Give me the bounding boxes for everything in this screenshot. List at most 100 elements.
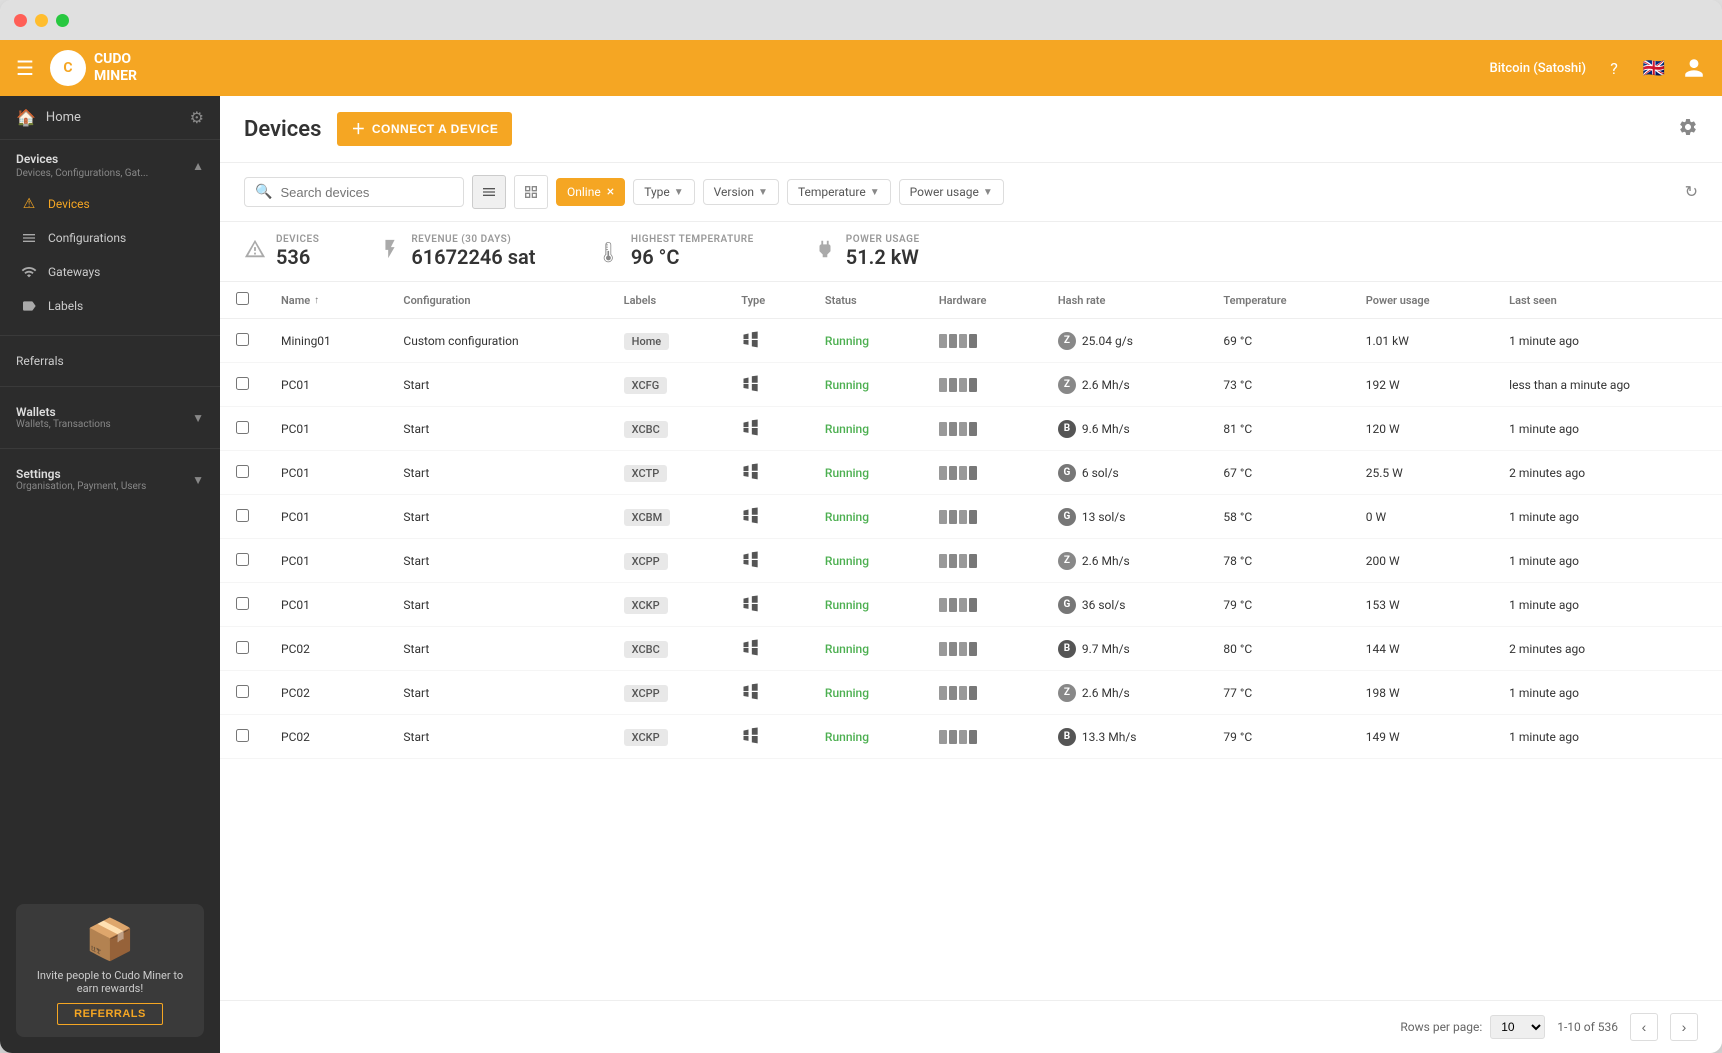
- filter-version-arrow: ▼: [758, 187, 768, 198]
- row-checkbox-0[interactable]: [236, 333, 249, 346]
- cell-config-4: Start: [387, 495, 607, 539]
- filter-online[interactable]: Online ×: [556, 178, 625, 206]
- windows-icon: [741, 637, 761, 657]
- cell-label-5: XCPP: [608, 539, 726, 583]
- sidebar-home[interactable]: 🏠 Home: [16, 108, 81, 127]
- app-window: ☰ C CUDOMINER Bitcoin (Satoshi) ? 🇬🇧: [0, 0, 1722, 1053]
- filter-version[interactable]: Version ▼: [703, 179, 779, 205]
- next-page-button[interactable]: ›: [1670, 1013, 1698, 1041]
- cell-name-0: Mining01: [265, 319, 387, 363]
- account-icon[interactable]: [1682, 56, 1706, 80]
- filter-temperature[interactable]: Temperature ▼: [787, 179, 891, 205]
- row-checkbox-7[interactable]: [236, 641, 249, 654]
- row-checkbox-9[interactable]: [236, 729, 249, 742]
- menu-toggle-button[interactable]: ☰: [16, 56, 34, 80]
- devices-table: Name↑ Configuration Labels Type Status H…: [220, 282, 1722, 759]
- cell-power-9: 149 W: [1350, 715, 1493, 759]
- cell-status-5: Running: [809, 539, 923, 583]
- prev-page-button[interactable]: ‹: [1630, 1013, 1658, 1041]
- cell-label-4: XCBM: [608, 495, 726, 539]
- sidebar-item-configurations[interactable]: Configurations: [0, 221, 220, 255]
- sidebar-item-devices[interactable]: ⚠ Devices: [0, 187, 220, 221]
- maximize-btn[interactable]: [56, 14, 69, 27]
- devices-chevron-icon: ▲: [192, 159, 204, 173]
- cell-lastseen-2: 1 minute ago: [1493, 407, 1722, 451]
- close-btn[interactable]: [14, 14, 27, 27]
- filter-power-usage-label: Power usage: [910, 185, 979, 199]
- referral-image: 📦: [28, 916, 192, 963]
- filter-power-usage[interactable]: Power usage ▼: [899, 179, 1004, 205]
- cell-lastseen-8: 1 minute ago: [1493, 671, 1722, 715]
- row-checkbox-5[interactable]: [236, 553, 249, 566]
- sidebar-item-wallets[interactable]: Wallets Wallets, Transactions ▼: [0, 395, 220, 440]
- row-checkbox-8[interactable]: [236, 685, 249, 698]
- cell-label-2: XCBC: [608, 407, 726, 451]
- minimize-btn[interactable]: [35, 14, 48, 27]
- filter-online-label: Online: [567, 185, 601, 199]
- rows-per-page-select[interactable]: 10 25 50 100: [1490, 1015, 1545, 1039]
- row-checkbox-2[interactable]: [236, 421, 249, 434]
- row-checkbox-1[interactable]: [236, 377, 249, 390]
- row-checkbox-3[interactable]: [236, 465, 249, 478]
- filter-online-close[interactable]: ×: [607, 184, 614, 200]
- sidebar-item-settings[interactable]: Settings Organisation, Payment, Users ▼: [0, 457, 220, 502]
- stat-power-value: 51.2 kW: [846, 245, 920, 269]
- power-stat-icon: [814, 238, 836, 265]
- settings-chevron-icon: ▼: [192, 473, 204, 487]
- cell-name-8: PC02: [265, 671, 387, 715]
- cell-lastseen-0: 1 minute ago: [1493, 319, 1722, 363]
- grid-view-button[interactable]: [514, 175, 548, 209]
- devices-section-title: Devices: [16, 152, 148, 166]
- logo-icon: C: [50, 50, 86, 86]
- table-body: Mining01 Custom configuration Home Runni…: [220, 319, 1722, 759]
- cell-lastseen-5: 1 minute ago: [1493, 539, 1722, 583]
- windows-icon: [741, 549, 761, 569]
- stat-revenue-label: REVENUE (30 DAYS): [411, 234, 535, 245]
- cell-hardware-2: [923, 407, 1042, 451]
- cell-hardware-6: [923, 583, 1042, 627]
- row-checkbox-6[interactable]: [236, 597, 249, 610]
- sidebar-item-referrals[interactable]: Referrals: [0, 344, 220, 378]
- cell-config-1: Start: [387, 363, 607, 407]
- home-icon: 🏠: [16, 108, 36, 127]
- col-lastseen: Last seen: [1493, 282, 1722, 319]
- configurations-icon: [20, 229, 38, 247]
- cell-power-4: 0 W: [1350, 495, 1493, 539]
- topnav-right: Bitcoin (Satoshi) ? 🇬🇧: [1490, 56, 1707, 80]
- sidebar-divider-3: [0, 448, 220, 449]
- row-checkbox-4[interactable]: [236, 509, 249, 522]
- page-info: 1-10 of 536: [1557, 1020, 1618, 1034]
- refresh-button[interactable]: ↻: [1685, 182, 1698, 202]
- stat-temperature: 🌡 HIGHEST TEMPERATURE 96 °C: [595, 234, 753, 269]
- settings-gear-icon[interactable]: [1678, 117, 1698, 141]
- col-temperature: Temperature: [1207, 282, 1349, 319]
- col-status: Status: [809, 282, 923, 319]
- cell-type-1: [725, 363, 809, 407]
- cell-name-4: PC01: [265, 495, 387, 539]
- gateways-label: Gateways: [48, 265, 100, 279]
- language-flag[interactable]: 🇬🇧: [1642, 56, 1666, 80]
- select-all-checkbox[interactable]: [236, 292, 249, 305]
- search-input[interactable]: [280, 185, 453, 200]
- cell-temp-5: 78 °C: [1207, 539, 1349, 583]
- cell-config-9: Start: [387, 715, 607, 759]
- filter-type-arrow: ▼: [674, 187, 684, 198]
- referrals-button[interactable]: REFERRALS: [57, 1003, 163, 1025]
- sidebar-item-labels[interactable]: Labels: [0, 289, 220, 323]
- sidebar-settings-icon[interactable]: ⚙: [190, 108, 204, 127]
- col-name[interactable]: Name↑: [265, 282, 387, 319]
- help-icon[interactable]: ?: [1602, 56, 1626, 80]
- devices-section-header[interactable]: Devices Devices, Configurations, Gat... …: [16, 152, 204, 179]
- sidebar-item-gateways[interactable]: Gateways: [0, 255, 220, 289]
- cell-hashrate-6: G 36 sol/s: [1042, 583, 1208, 627]
- list-view-button[interactable]: [472, 175, 506, 209]
- filter-type[interactable]: Type ▼: [633, 179, 694, 205]
- cell-hashrate-9: B 13.3 Mh/s: [1042, 715, 1208, 759]
- cell-hashrate-5: Z 2.6 Mh/s: [1042, 539, 1208, 583]
- stat-temperature-value: 96 °C: [631, 245, 754, 269]
- sidebar-divider-1: [0, 335, 220, 336]
- referral-promo-text: Invite people to Cudo Miner to earn rewa…: [28, 969, 192, 995]
- cell-hardware-4: [923, 495, 1042, 539]
- connect-device-button[interactable]: ＋ CONNECT A DEVICE: [337, 112, 512, 146]
- cell-config-8: Start: [387, 671, 607, 715]
